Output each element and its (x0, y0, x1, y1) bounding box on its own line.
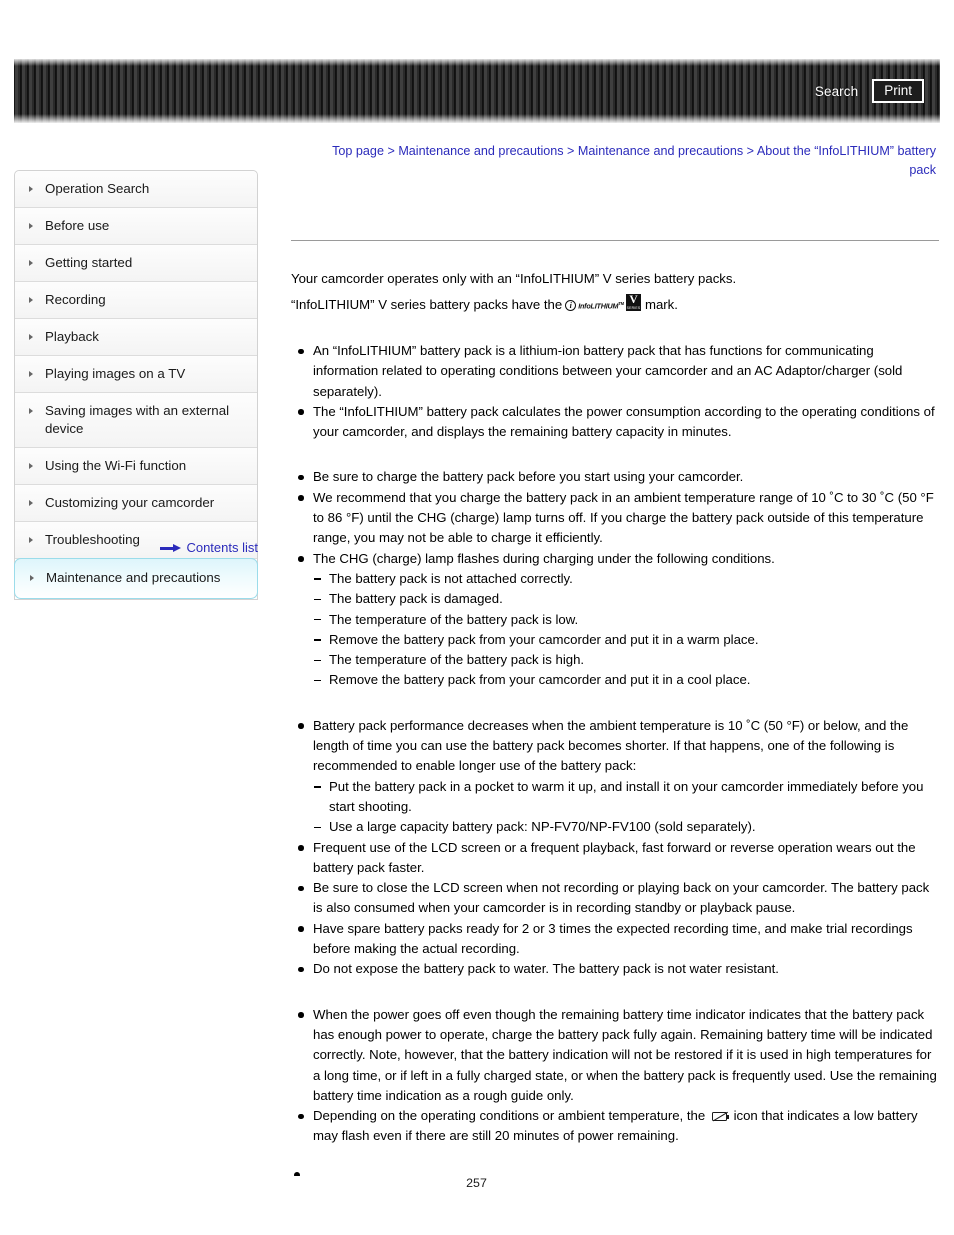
page-number-value: 257 (466, 1176, 487, 1190)
sub-list-item: Remove the battery pack from your camcor… (313, 670, 939, 690)
sidebar-item-label: Using the Wi-Fi function (45, 458, 187, 473)
sidebar-item-using-the-wi-fi-function[interactable]: Using the Wi-Fi function (15, 448, 257, 485)
sidebar-item-before-use[interactable]: Before use (15, 208, 257, 245)
contents-list-label: Contents list (186, 540, 258, 555)
list-item-text-before: Depending on the operating conditions or… (313, 1108, 706, 1124)
bullet-list: Battery pack performance decreases when … (291, 716, 939, 980)
list-item: Frequent use of the LCD screen or a freq… (291, 838, 939, 879)
sub-list-item: Remove the battery pack from your camcor… (313, 630, 939, 650)
page-number: 257 (0, 1176, 954, 1190)
site-header-bar: Search Print (14, 59, 940, 123)
bullet-group-2: Be sure to charge the battery pack befor… (291, 467, 939, 690)
list-item: The CHG (charge) lamp flashes during cha… (291, 549, 939, 691)
sidebar-item-recording[interactable]: Recording (15, 282, 257, 319)
list-item: Depending on the operating conditions or… (291, 1106, 939, 1147)
intro-line-2: “InfoLITHIUM” V series battery packs hav… (291, 293, 939, 316)
breadcrumb-item-maintenance-1[interactable]: Maintenance and precautions (398, 144, 563, 158)
sidebar-item-maintenance-and-precautions[interactable]: Maintenance and precautions (14, 558, 258, 599)
intro-paragraphs: Your camcorder operates only with an “In… (291, 267, 939, 316)
list-item-text: Battery pack performance decreases when … (313, 717, 909, 774)
sidebar-item-playing-images-on-a-tv[interactable]: Playing images on a TV (15, 356, 257, 393)
list-item: Be sure to charge the battery pack befor… (291, 467, 939, 487)
print-button[interactable]: Print (872, 78, 924, 104)
arrow-right-icon (160, 544, 182, 553)
contents-list-link[interactable]: Contents list (160, 540, 258, 555)
infolithium-logo-icon: i InfoLITHIUMTM V SERIES (565, 294, 641, 311)
sidebar-item-label: Playback (45, 329, 99, 344)
content-divider (291, 240, 939, 241)
intro-line-2-after: mark. (644, 297, 678, 312)
list-item: The “InfoLITHIUM” battery pack calculate… (291, 402, 939, 443)
breadcrumb: Top page > Maintenance and precautions >… (306, 142, 936, 180)
bullet-list: When the power goes off even though the … (291, 1005, 939, 1147)
sidebar-item-customizing-your-camcorder[interactable]: Customizing your camcorder (15, 485, 257, 522)
list-item: Be sure to close the LCD screen when not… (291, 878, 939, 919)
list-item: Battery pack performance decreases when … (291, 716, 939, 838)
search-link[interactable]: Search (815, 84, 858, 99)
sub-list-item: The battery pack is not attached correct… (313, 569, 939, 589)
sidebar-item-label: Before use (45, 218, 110, 233)
list-item-text: The CHG (charge) lamp flashes during cha… (313, 550, 775, 566)
breadcrumb-item-top-page[interactable]: Top page (332, 144, 384, 158)
header-actions: Search Print (815, 59, 924, 123)
sidebar-item-label: Getting started (45, 255, 133, 270)
sidebar-item-label: Saving images with an external device (45, 403, 230, 436)
list-item: Have spare battery packs ready for 2 or … (291, 919, 939, 960)
breadcrumb-item-current[interactable]: About the “InfoLITHIUM” battery pack (757, 144, 936, 177)
contents-list-container: Contents list (14, 540, 258, 555)
sidebar-item-label: Playing images on a TV (45, 366, 186, 381)
list-item: When the power goes off even though the … (291, 1005, 939, 1106)
sidebar-item-label: Maintenance and precautions (46, 570, 221, 585)
breadcrumb-separator: > (387, 144, 395, 158)
bullet-list: An “InfoLITHIUM” battery pack is a lithi… (291, 341, 939, 442)
sidebar-item-label: Operation Search (45, 181, 150, 196)
low-battery-icon (711, 1112, 730, 1122)
intro-line-2-before: “InfoLITHIUM” V series battery packs hav… (291, 297, 563, 312)
infolithium-wordmark: InfoLITHIUMTM (578, 301, 624, 311)
sub-list-item: The battery pack is damaged. (313, 589, 939, 609)
infolithium-i-circle-icon: i (565, 300, 577, 311)
bullet-list: Be sure to charge the battery pack befor… (291, 467, 939, 690)
bullet-group-4: When the power goes off even though the … (291, 1005, 939, 1147)
list-item: Do not expose the battery pack to water.… (291, 959, 939, 979)
breadcrumb-separator: > (746, 144, 754, 158)
sidebar-item-label: Recording (45, 292, 106, 307)
sidebar-item-saving-images-external-device[interactable]: Saving images with an external device (15, 393, 257, 448)
sub-list: Put the battery pack in a pocket to warm… (313, 777, 939, 838)
breadcrumb-item-maintenance-2[interactable]: Maintenance and precautions (578, 144, 743, 158)
infolithium-v-series-badge: V SERIES (625, 294, 641, 311)
sidebar-nav: Operation Search Before use Getting star… (14, 170, 258, 600)
sidebar-item-playback[interactable]: Playback (15, 319, 257, 356)
sidebar-item-operation-search[interactable]: Operation Search (15, 171, 257, 208)
sub-list-item: Use a large capacity battery pack: NP-FV… (313, 817, 939, 837)
main-content: Your camcorder operates only with an “In… (291, 240, 939, 1147)
sub-list: The battery pack is not attached correct… (313, 569, 939, 691)
sub-list-item: Put the battery pack in a pocket to warm… (313, 777, 939, 818)
breadcrumb-separator: > (567, 144, 575, 158)
bullet-group-1: An “InfoLITHIUM” battery pack is a lithi… (291, 341, 939, 442)
list-item: We recommend that you charge the battery… (291, 488, 939, 549)
intro-line-1: Your camcorder operates only with an “In… (291, 271, 737, 286)
sidebar-item-label: Customizing your camcorder (45, 495, 215, 510)
sidebar-item-getting-started[interactable]: Getting started (15, 245, 257, 282)
bullet-group-3: Battery pack performance decreases when … (291, 716, 939, 980)
sub-list-item: The temperature of the battery pack is l… (313, 610, 939, 630)
sub-list-item: The temperature of the battery pack is h… (313, 650, 939, 670)
list-item: An “InfoLITHIUM” battery pack is a lithi… (291, 341, 939, 402)
